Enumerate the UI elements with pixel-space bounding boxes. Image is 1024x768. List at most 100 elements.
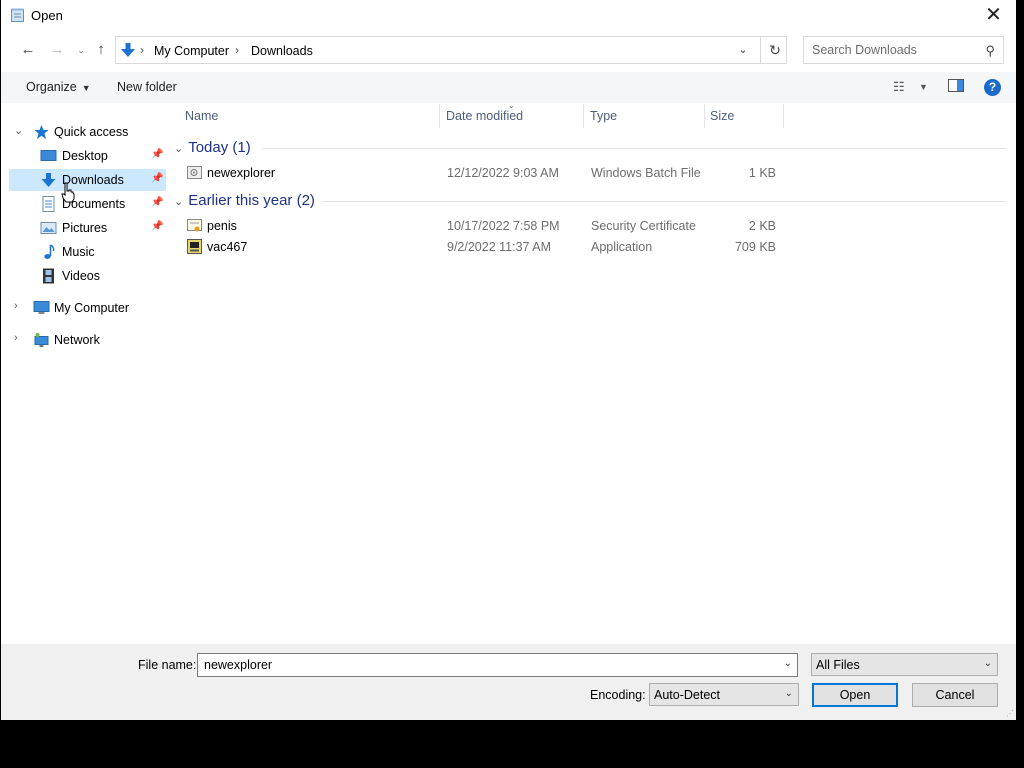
file-row[interactable]: vac467 9/2/2022 11:37 AM Application 709… xyxy=(186,237,786,257)
notepad-icon xyxy=(11,8,24,22)
column-divider[interactable] xyxy=(783,104,784,128)
file-name: newexplorer xyxy=(207,166,276,180)
encoding-select[interactable]: Auto-Detect ⌄ xyxy=(649,683,799,706)
group-divider xyxy=(262,148,1006,149)
address-bar[interactable]: › My Computer › Downloads ⌄ ↻ xyxy=(115,36,787,64)
file-date: 9/2/2022 11:37 AM xyxy=(447,240,552,254)
help-button[interactable]: ? xyxy=(984,79,1001,96)
column-header-type[interactable]: Type xyxy=(590,109,617,123)
organize-button[interactable]: Organize ▼ xyxy=(26,80,91,94)
refresh-button[interactable]: ↻ xyxy=(760,37,789,63)
column-divider[interactable] xyxy=(583,104,584,128)
sidebar-item-label: Quick access xyxy=(54,125,129,139)
sidebar-item-label: Pictures xyxy=(62,221,108,235)
forward-button[interactable]: → xyxy=(47,40,67,60)
file-type: Security Certificate xyxy=(591,219,696,233)
forward-arrow-icon: → xyxy=(49,41,65,58)
sidebar-item-music[interactable]: Music xyxy=(9,241,166,263)
pin-icon[interactable]: 📌 xyxy=(151,173,163,184)
file-size: 1 KB xyxy=(748,166,776,180)
change-view-button[interactable]: ☷ xyxy=(893,79,905,95)
breadcrumb-downloads[interactable]: Downloads xyxy=(251,44,313,58)
chevron-expanded-icon: ⌄ xyxy=(174,143,184,155)
file-type: Windows Batch File xyxy=(591,166,701,180)
command-toolbar: Organize ▼ New folder ☷ ▼ ? xyxy=(1,72,1016,103)
back-button[interactable]: ← xyxy=(18,40,38,60)
file-row[interactable]: newexplorer 12/12/2022 9:03 AM Windows B… xyxy=(186,163,786,183)
sidebar-item-label: Music xyxy=(62,245,95,259)
search-box[interactable]: ⚲ xyxy=(803,36,1004,64)
navigation-pane: ⌄ Quick access Desktop 📌 Downloads 📌 Doc… xyxy=(9,104,166,644)
column-header-name[interactable]: Name xyxy=(185,109,218,123)
pin-icon[interactable]: 📌 xyxy=(151,221,163,232)
breadcrumb-separator: › xyxy=(235,43,239,57)
sidebar-item-desktop[interactable]: Desktop 📌 xyxy=(9,145,166,167)
column-header-size[interactable]: Size xyxy=(710,109,734,123)
music-note-icon xyxy=(44,244,55,259)
file-name-input[interactable] xyxy=(202,657,776,673)
refresh-icon: ↻ xyxy=(769,42,781,58)
sidebar-item-documents[interactable]: Documents 📌 xyxy=(9,193,166,215)
sidebar-item-downloads[interactable]: Downloads 📌 xyxy=(9,169,166,191)
close-button[interactable]: ✕ xyxy=(971,0,1016,31)
new-folder-button[interactable]: New folder xyxy=(117,80,177,94)
chevron-down-icon: ⌄ xyxy=(784,688,793,699)
download-arrow-icon xyxy=(121,43,135,57)
open-dialog: Open ✕ ← → ⌄ ↑ › My Computer › Downloads… xyxy=(1,0,1016,720)
file-type-filter[interactable]: All Files ⌄ xyxy=(811,653,998,676)
preview-pane-icon xyxy=(948,79,964,92)
film-strip-icon xyxy=(43,268,54,284)
open-button[interactable]: Open xyxy=(812,683,898,707)
file-row[interactable]: penis 10/17/2022 7:58 PM Security Certif… xyxy=(186,216,786,236)
column-divider[interactable] xyxy=(439,104,440,128)
group-divider xyxy=(322,201,1006,202)
pictures-icon xyxy=(40,222,57,234)
details-view-icon: ☷ xyxy=(893,79,905,94)
caret-down-icon: ▼ xyxy=(919,82,928,92)
column-header-date-modified[interactable]: Date modified xyxy=(446,109,523,123)
title-bar: Open ✕ xyxy=(1,0,1016,31)
sidebar-item-label: Videos xyxy=(62,269,100,283)
sidebar-item-quick-access[interactable]: ⌄ Quick access xyxy=(9,121,166,143)
download-arrow-icon xyxy=(41,173,56,187)
chevron-right-icon: › xyxy=(14,332,18,344)
group-title: Earlier this year (2) xyxy=(188,192,315,209)
sidebar-item-my-computer[interactable]: › My Computer xyxy=(9,297,166,319)
certificate-icon xyxy=(187,219,202,232)
file-size: 709 KB xyxy=(734,240,776,254)
pin-icon[interactable]: 📌 xyxy=(151,197,163,208)
cancel-button[interactable]: Cancel xyxy=(912,683,998,707)
sidebar-item-videos[interactable]: Videos xyxy=(9,265,166,287)
computer-icon xyxy=(33,301,50,314)
address-history-button[interactable]: ⌄ xyxy=(732,41,754,59)
up-arrow-icon: ↑ xyxy=(97,41,105,58)
file-name-combobox[interactable]: ⌄ xyxy=(197,653,798,677)
sidebar-item-label: Desktop xyxy=(62,149,108,163)
organize-label: Organize xyxy=(26,80,77,94)
resize-grip-icon[interactable]: ⋰ xyxy=(1006,709,1014,718)
file-name-label: File name: xyxy=(138,658,197,672)
encoding-label: Encoding: xyxy=(590,688,646,702)
group-header-earlier-this-year[interactable]: ⌄ Earlier this year (2) xyxy=(174,192,315,209)
group-header-today[interactable]: ⌄ Today (1) xyxy=(174,139,251,156)
window-title: Open xyxy=(31,8,63,23)
pin-icon[interactable]: 📌 xyxy=(151,149,163,160)
caret-down-icon: ▼ xyxy=(81,83,91,93)
back-arrow-icon: ← xyxy=(20,41,36,58)
chevron-down-icon: ⌄ xyxy=(77,45,85,55)
view-options-button[interactable]: ▼ xyxy=(919,82,928,92)
chevron-expanded-icon: ⌄ xyxy=(174,196,184,208)
column-divider[interactable] xyxy=(704,104,705,128)
sidebar-item-pictures[interactable]: Pictures 📌 xyxy=(9,217,166,239)
preview-pane-button[interactable] xyxy=(948,79,964,95)
search-input[interactable] xyxy=(810,42,974,58)
file-type: Application xyxy=(591,240,653,254)
application-icon xyxy=(187,239,202,254)
sidebar-item-network[interactable]: › Network xyxy=(9,329,166,351)
chevron-down-icon[interactable]: ⌄ xyxy=(784,658,792,669)
up-button[interactable]: ↑ xyxy=(91,40,111,60)
breadcrumb-my-computer[interactable]: My Computer xyxy=(154,44,229,58)
recent-locations-button[interactable]: ⌄ xyxy=(71,40,91,60)
documents-icon xyxy=(42,196,55,212)
chevron-down-icon: ⌄ xyxy=(983,658,992,669)
